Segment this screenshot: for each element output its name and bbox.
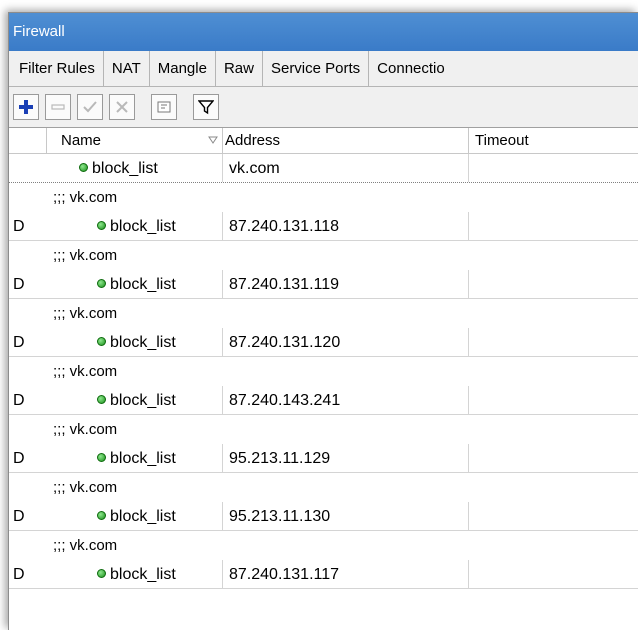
status-dot-icon	[97, 453, 106, 462]
status-dot-icon	[97, 569, 106, 578]
row-timeout	[469, 270, 638, 298]
table-row[interactable]: D block_list 87.240.131.117	[9, 560, 638, 589]
row-address: 87.240.131.120	[223, 328, 469, 356]
status-dot-icon	[97, 221, 106, 230]
tab-filter-rules[interactable]: Filter Rules	[11, 51, 104, 86]
table-header: Name Address Timeout	[9, 128, 638, 154]
row-comment: ;;; vk.com	[53, 421, 118, 438]
row-name: block_list	[47, 270, 223, 298]
funnel-icon	[198, 100, 214, 115]
minus-icon	[51, 104, 65, 110]
row-flag: D	[13, 508, 25, 525]
tab-mangle[interactable]: Mangle	[150, 51, 216, 86]
row-name: block_list	[47, 386, 223, 414]
table-row[interactable]: D block_list 95.213.11.130	[9, 502, 638, 531]
flag-column-header	[9, 128, 47, 153]
row-name: block_list	[47, 328, 223, 356]
disable-button[interactable]	[109, 94, 135, 120]
row-timeout	[469, 328, 638, 356]
row-comment: ;;; vk.com	[53, 537, 118, 554]
row-comment: ;;; vk.com	[53, 305, 118, 322]
row-comment: ;;; vk.com	[53, 189, 118, 206]
row-flag: D	[13, 566, 25, 583]
status-dot-icon	[97, 337, 106, 346]
table-row[interactable]: D block_list 87.240.143.241	[9, 386, 638, 415]
row-timeout	[469, 386, 638, 414]
comment-button[interactable]	[151, 94, 177, 120]
row-name: block_list	[47, 560, 223, 588]
row-comment: ;;; vk.com	[53, 479, 118, 496]
note-icon	[157, 101, 171, 113]
plus-icon	[19, 100, 33, 114]
status-dot-icon	[97, 279, 106, 288]
row-address: 87.240.131.117	[223, 560, 469, 588]
x-icon	[116, 101, 128, 113]
enable-button[interactable]	[77, 94, 103, 120]
window-title: Firewall	[9, 13, 638, 51]
row-address: 95.213.11.129	[223, 444, 469, 472]
table-row[interactable]: D block_list 87.240.131.120	[9, 328, 638, 357]
status-dot-icon	[97, 395, 106, 404]
column-header-address[interactable]: Address	[223, 128, 469, 153]
row-name: block_list	[47, 212, 223, 240]
toolbar	[9, 87, 638, 127]
address-list-table: Name Address Timeout block_list vk.com ;…	[9, 127, 638, 630]
sort-arrow-icon	[208, 136, 218, 144]
row-flag: D	[13, 218, 25, 235]
column-header-timeout[interactable]: Timeout	[469, 128, 638, 153]
row-flag: D	[13, 450, 25, 467]
row-name: block_list	[47, 154, 223, 182]
tab-nat[interactable]: NAT	[104, 51, 150, 86]
row-name: block_list	[47, 502, 223, 530]
status-dot-icon	[97, 511, 106, 520]
table-row[interactable]: D block_list 95.213.11.129	[9, 444, 638, 473]
remove-button[interactable]	[45, 94, 71, 120]
table-row[interactable]: D block_list 87.240.131.119	[9, 270, 638, 299]
row-flag: D	[13, 276, 25, 293]
row-address: 95.213.11.130	[223, 502, 469, 530]
tab-bar: Filter Rules NAT Mangle Raw Service Port…	[9, 51, 638, 87]
table-row[interactable]: block_list vk.com	[9, 154, 638, 183]
row-comment: ;;; vk.com	[53, 247, 118, 264]
tab-service-ports[interactable]: Service Ports	[263, 51, 370, 86]
row-address: 87.240.143.241	[223, 386, 469, 414]
tab-raw[interactable]: Raw	[216, 51, 263, 86]
row-name: block_list	[47, 444, 223, 472]
column-header-name[interactable]: Name	[47, 128, 223, 153]
row-comment: ;;; vk.com	[53, 363, 118, 380]
row-timeout	[469, 444, 638, 472]
row-address: 87.240.131.119	[223, 270, 469, 298]
row-timeout	[469, 212, 638, 240]
row-address: 87.240.131.118	[223, 212, 469, 240]
table-row[interactable]: D block_list 87.240.131.118	[9, 212, 638, 241]
row-timeout	[469, 560, 638, 588]
check-icon	[83, 101, 97, 113]
row-flag: D	[13, 334, 25, 351]
add-button[interactable]	[13, 94, 39, 120]
row-flag: D	[13, 392, 25, 409]
row-timeout	[469, 154, 638, 182]
filter-button[interactable]	[193, 94, 219, 120]
row-address: vk.com	[223, 154, 469, 182]
status-dot-icon	[79, 163, 88, 172]
tab-connections[interactable]: Connectio	[369, 51, 453, 86]
row-timeout	[469, 502, 638, 530]
row-flag	[9, 154, 47, 182]
firewall-window: Firewall Filter Rules NAT Mangle Raw Ser…	[8, 12, 638, 630]
